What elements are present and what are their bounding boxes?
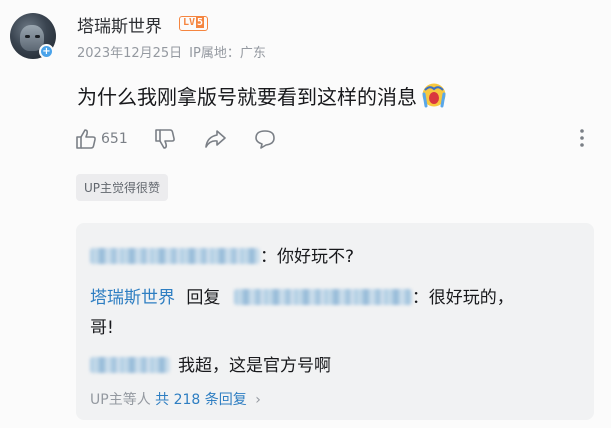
reply-icon[interactable] xyxy=(254,128,276,150)
comment-text: 为什么我刚拿版号就要看到这样的消息 xyxy=(77,81,447,110)
reply-text-continued: 哥! xyxy=(90,318,114,338)
blurred-username xyxy=(90,357,170,373)
reply-text: 我超，这是官方号啊 xyxy=(178,356,331,376)
comment-date: 2023年12月25日 xyxy=(77,46,183,61)
share-icon[interactable] xyxy=(204,128,226,150)
like-icon[interactable] xyxy=(75,128,97,150)
reply-author[interactable]: 塔瑞斯世界 xyxy=(90,288,175,308)
chevron-right-icon: › xyxy=(255,392,261,408)
like-count: 651 xyxy=(101,131,128,147)
reply-verb: 回复 xyxy=(186,288,221,308)
plus-icon: + xyxy=(39,44,54,59)
reply-text: ：很好玩的， xyxy=(411,288,514,308)
comment-meta: 2023年12月25日 IP属地：广东 xyxy=(77,42,266,61)
avatar-eye-right xyxy=(35,35,40,38)
avatar-eye-left xyxy=(25,35,30,38)
reply-text: ：你好玩不? xyxy=(260,247,355,267)
dislike-icon[interactable] xyxy=(154,128,176,150)
comment-actions: 651 xyxy=(75,126,276,152)
blurred-username xyxy=(233,289,412,305)
ip-location: IP属地：广东 xyxy=(189,46,266,61)
blurred-username xyxy=(90,248,260,264)
reply-item[interactable]: ：你好玩不? xyxy=(90,242,354,267)
view-more-replies-link[interactable]: UP主等人 共 218 条回复 › xyxy=(90,389,261,409)
more-options-icon[interactable] xyxy=(573,127,591,149)
replies-panel: ：你好玩不? 塔瑞斯世界 回复 ：很好玩的， 哥! 我超，这是官方号啊 UP主等… xyxy=(76,223,594,420)
comment-username[interactable]: 塔瑞斯世界 xyxy=(77,12,162,37)
up-liked-badge: UP主觉得很赞 xyxy=(76,174,169,201)
level-number: 5 xyxy=(196,17,205,28)
crying-face-icon xyxy=(421,82,447,108)
reply-item[interactable]: 我超，这是官方号啊 xyxy=(90,351,331,376)
comment-body: 为什么我刚拿版号就要看到这样的消息 xyxy=(77,85,417,109)
reply-item[interactable]: 塔瑞斯世界 回复 ：很好玩的， xyxy=(90,283,514,308)
more-replies-prefix: UP主等人 xyxy=(90,392,151,408)
level-badge: LV 5 xyxy=(179,16,209,31)
more-replies-count[interactable]: 共 218 条回复 xyxy=(155,392,247,408)
level-prefix: LV xyxy=(183,17,196,28)
